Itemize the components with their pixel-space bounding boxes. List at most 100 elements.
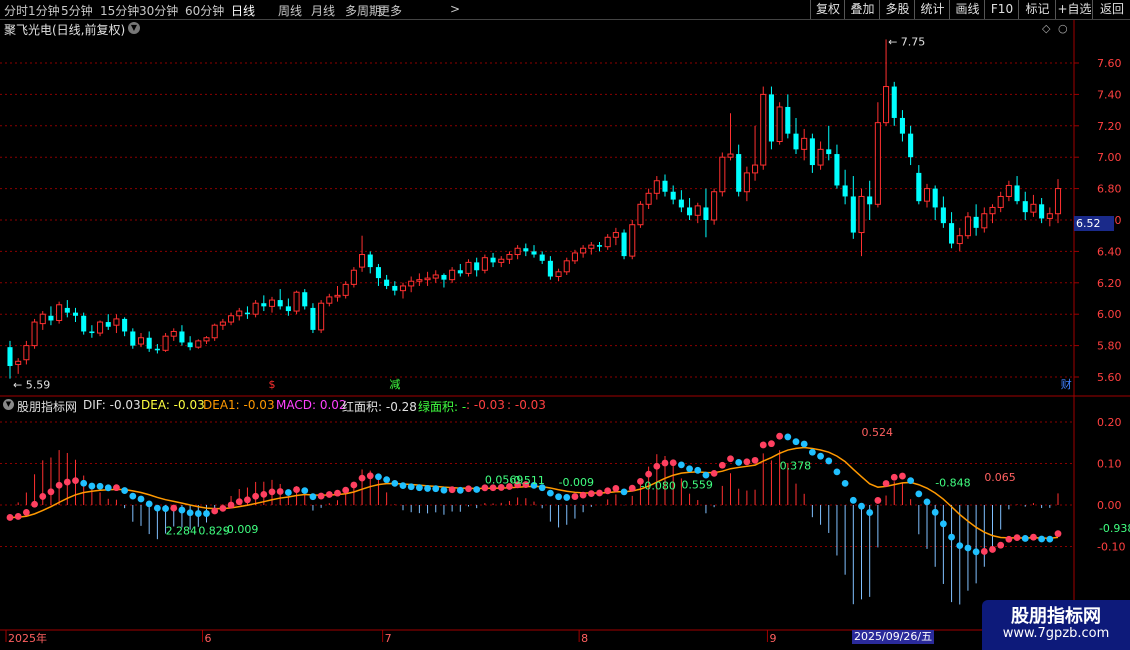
dif-dot [694,466,702,474]
dif-dot [72,477,79,485]
candle-body-up [449,269,456,281]
low-price-label: ← 5.59 [13,379,50,392]
indicator-icon[interactable]: ▼ [3,399,14,410]
toolbar-button-2[interactable]: 多股 [879,0,915,19]
candle-body-up [956,235,963,245]
watermark: 股朋指标网 www.7gpzb.com [982,600,1130,650]
dif-dot [14,513,22,520]
candle-body-up [228,315,235,323]
chevron-right-icon[interactable]: > [450,2,460,16]
watermark-title: 股朋指标网 [1011,606,1101,627]
candle-body-up [506,254,513,260]
candle-body-up [752,164,759,174]
toolbar-button-3[interactable]: 统计 [914,0,950,19]
candle-body-down [850,196,856,233]
indicator-macd: MACD: 0.02 [276,398,347,412]
candle-body-down [867,196,873,205]
dif-dot [628,484,636,492]
candle-body-up [293,291,300,312]
event-marker: $ [269,378,276,391]
date-label: 9 [769,632,776,645]
candle-body-down [72,312,79,316]
period-tab-0[interactable]: 分时 [4,2,28,19]
candle-body-up [15,360,22,365]
candle-body-up [571,252,578,262]
dif-dot [849,496,857,504]
dif-dot [448,486,456,494]
current-price-tag: 6.52 [1074,216,1114,231]
indicator-annotation: -0.848 [935,477,970,490]
dif-dot [186,509,194,517]
dif-dot [104,484,112,492]
candle-body-up [580,247,587,254]
candle-body-down [310,307,316,330]
candle-body-up [219,321,226,326]
dif-dot [571,493,579,500]
date-label: 7 [385,632,392,645]
candle-body-down [392,285,398,291]
dif-dot [718,461,726,469]
indicator-tick-label: 0.20 [1097,416,1122,429]
dif-dot [80,479,88,487]
candle-body-up [23,345,30,361]
candle-body-up [342,283,349,296]
toolbar-button-8[interactable]: 返回 [1092,0,1130,19]
candle-body-up [318,302,325,331]
indicator-annotation: 0.065 [984,471,1016,484]
period-tab-5[interactable]: 60分钟 [185,2,224,19]
indicator-name[interactable]: 股朋指标网 [17,398,77,415]
candle-body-down [670,191,676,200]
dif-dot [1054,530,1062,538]
candle-body-up [981,213,988,229]
candle-body-down [285,306,291,312]
toolbar-button-4[interactable]: 画线 [949,0,985,19]
candle-body-down [662,180,668,192]
candle-body-down [81,315,87,332]
candle-body-up [637,203,644,226]
dif-dot [145,500,153,508]
dif-dot [808,448,816,456]
candle-body-down [834,154,840,186]
candle-body-down [785,106,791,134]
candle-body-down [809,138,815,166]
kline-chart[interactable]: 7.607.407.207.006.806.606.406.206.005.80… [0,20,1130,650]
period-tab-3[interactable]: 15分钟 [100,2,139,19]
period-tab-10[interactable]: 更多 [378,2,402,19]
toolbar-button-5[interactable]: F10 [984,0,1019,19]
period-tab-2[interactable]: 5分钟 [61,2,93,19]
dif-dot [948,533,955,541]
candle-body-up [408,280,415,287]
candle-body-up [612,232,619,238]
candle-body-up [555,271,562,278]
dif-dot [47,488,55,496]
toolbar-button-6[interactable]: 标记 [1018,0,1056,19]
candle-body-down [916,172,922,202]
candle-body-down [949,223,955,244]
dif-dot [997,541,1005,549]
period-tab-9[interactable]: 多周期 [345,2,381,19]
toolbar-button-7[interactable]: +自选 [1055,0,1093,19]
candle-body-down [89,331,95,334]
period-tab-8[interactable]: 月线 [311,2,335,19]
candle-body-down [48,315,54,321]
toolbar-button-1[interactable]: 叠加 [844,0,880,19]
watermark-url: www.7gpzb.com [1002,626,1110,641]
period-tab-7[interactable]: 周线 [278,2,302,19]
candle-body-down [105,322,111,327]
dif-dot [915,490,923,498]
candle-body-down [64,307,70,313]
period-tab-1[interactable]: 1分钟 [28,2,60,19]
indicator-annotation: -0.080 [640,479,675,492]
date-label: 8 [581,632,588,645]
candle-body-up [399,285,407,292]
dif-dot [645,470,653,478]
candle-body-up [359,254,366,268]
period-tab-4[interactable]: 30分钟 [139,2,178,19]
indicator-annotation: 2.284 [166,525,198,538]
toolbar-button-0[interactable]: 复权 [810,0,845,19]
dif-dot [604,487,612,495]
dif-dot [596,489,603,497]
period-tab-6[interactable]: 日线 [231,2,255,19]
dif-dot [555,493,562,501]
dif-dot [784,433,792,441]
